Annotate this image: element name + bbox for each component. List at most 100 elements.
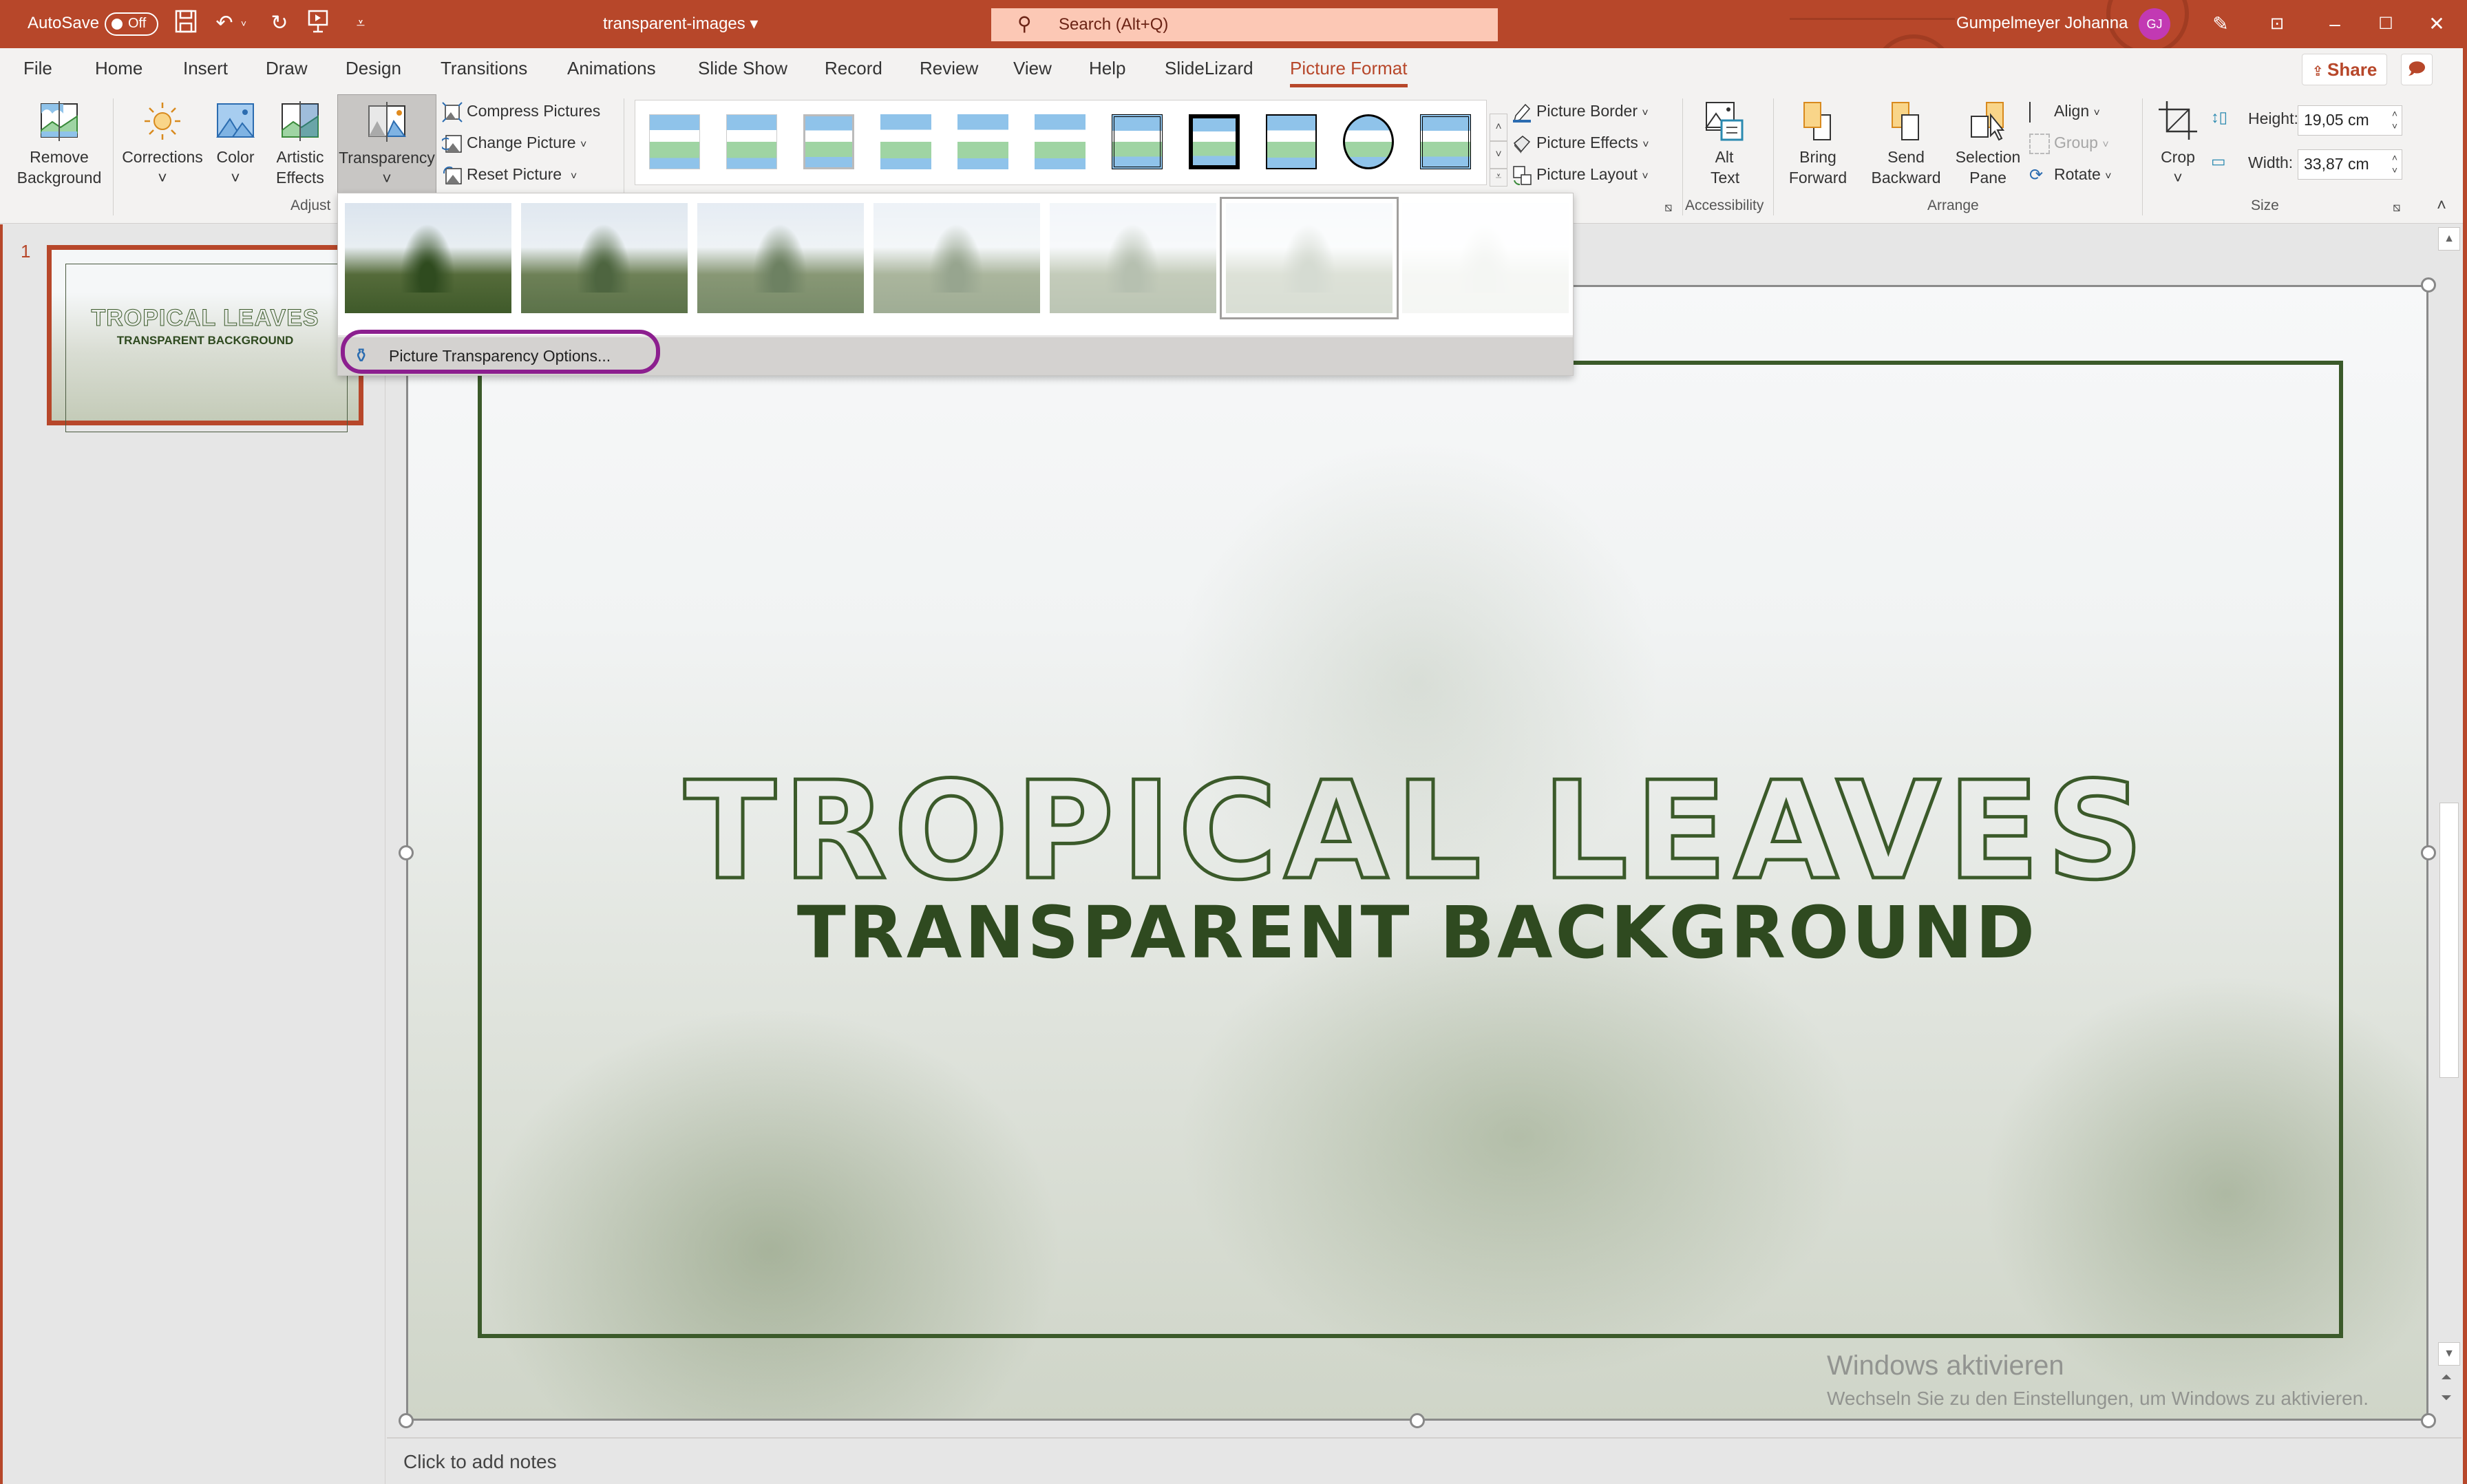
slide[interactable]: TROPICAL LEAVES TRANSPARENT BACKGROUND <box>406 285 2428 1421</box>
picture-style-option[interactable] <box>1343 114 1394 169</box>
undo-dropdown-icon[interactable]: ˅ <box>237 10 251 37</box>
autosave-toggle[interactable]: Off <box>105 12 158 36</box>
reset-picture-label: Reset Picture <box>467 165 562 183</box>
resize-handle-middle-left[interactable] <box>399 845 414 860</box>
present-icon[interactable] <box>304 10 332 37</box>
search-box[interactable]: ⚲ Search (Alt+Q) <box>991 8 1498 41</box>
transparency-preset[interactable] <box>1050 203 1216 313</box>
picture-styles-launcher-icon[interactable]: ⧅ <box>1664 200 1672 215</box>
tab-insert[interactable]: Insert <box>183 58 228 79</box>
redo-icon[interactable]: ↻ <box>266 10 293 37</box>
picture-style-option[interactable] <box>880 114 931 169</box>
align-button[interactable]: Align ˅ <box>2029 97 2100 125</box>
resize-handle-bottom-left[interactable] <box>399 1413 414 1428</box>
color-button[interactable]: Color ˅ <box>211 100 260 188</box>
tab-review[interactable]: Review <box>920 58 978 79</box>
slide-thumbnail-panel: 1 TROPICAL LEAVES TRANSPARENT BACKGROUND <box>0 224 385 1484</box>
selection-pane-button[interactable]: Selection Pane <box>1952 100 2024 188</box>
bring-forward-button[interactable]: Bring Forward <box>1780 100 1856 188</box>
tab-draw[interactable]: Draw <box>266 58 308 79</box>
change-picture-button[interactable]: Change Picture ˅ <box>442 129 586 156</box>
picture-layout-button[interactable]: Picture Layout ˅ <box>1512 160 1649 188</box>
picture-style-option[interactable] <box>726 114 777 169</box>
picture-style-option[interactable] <box>1266 114 1317 169</box>
notes-pane[interactable]: Click to add notes <box>387 1437 2461 1484</box>
minimize-button[interactable]: – <box>2314 7 2355 41</box>
chevron-down-icon: ˅ <box>1642 107 1649 119</box>
slide-subtitle[interactable]: TRANSPARENT BACKGROUND <box>406 891 2428 975</box>
transparency-preset[interactable] <box>345 203 511 313</box>
avatar[interactable]: GJ <box>2139 8 2170 40</box>
resize-handle-middle-right[interactable] <box>2421 845 2436 860</box>
artistic-effects-button[interactable]: Artistic Effects <box>266 100 335 188</box>
slide-thumbnail[interactable]: TROPICAL LEAVES TRANSPARENT BACKGROUND <box>47 245 363 432</box>
document-title[interactable]: transparent-images ▾ <box>603 14 758 34</box>
undo-icon[interactable]: ↶ <box>211 10 238 37</box>
tab-design[interactable]: Design <box>346 58 401 79</box>
scroll-up-button[interactable]: ▲ <box>2438 227 2460 251</box>
tab-home[interactable]: Home <box>95 58 142 79</box>
transparency-preset[interactable] <box>1220 197 1399 319</box>
transparency-preset[interactable] <box>1402 203 1569 313</box>
picture-style-option[interactable] <box>1420 114 1471 169</box>
height-input[interactable]: 19,05 cm ˄ ˅ <box>2298 105 2402 136</box>
pen-icon[interactable]: ✎ <box>2200 7 2241 41</box>
scroll-down-button[interactable]: ▼ <box>2438 1342 2460 1366</box>
close-button[interactable]: ✕ <box>2416 7 2457 41</box>
transparency-preset[interactable] <box>873 203 1040 313</box>
height-spinner[interactable]: ˄ ˅ <box>2392 107 2397 132</box>
compress-pictures-button[interactable]: Compress Pictures <box>442 97 600 125</box>
arrange-group-label: Arrange <box>1927 198 1979 213</box>
gallery-scroll-down[interactable]: ˅ <box>1490 141 1507 169</box>
picture-style-option[interactable] <box>957 114 1008 169</box>
gallery-more-button[interactable]: ⩡ <box>1490 169 1507 187</box>
picture-style-option[interactable] <box>649 114 700 169</box>
picture-style-option[interactable] <box>803 114 854 169</box>
vertical-scrollbar[interactable]: ▲ ▼ ⏶ ⏷ <box>2437 224 2461 1436</box>
reset-picture-button[interactable]: Reset Picture ˅ <box>442 160 577 188</box>
maximize-button[interactable]: ☐ <box>2365 7 2406 41</box>
tab-slide-show[interactable]: Slide Show <box>698 58 787 79</box>
resize-handle-bottom-center[interactable] <box>1410 1413 1425 1428</box>
tab-slidelizard[interactable]: SlideLizard <box>1165 58 1253 79</box>
scrollbar-thumb[interactable] <box>2439 803 2459 1078</box>
previous-slide-icon[interactable]: ⏶ <box>2441 1370 2452 1386</box>
collapse-ribbon-icon[interactable]: ˄ <box>2437 196 2446 215</box>
picture-style-option[interactable] <box>1112 114 1163 169</box>
tab-help[interactable]: Help <box>1089 58 1125 79</box>
ribbon-display-options-icon[interactable]: ⊡ <box>2256 7 2298 41</box>
width-spinner[interactable]: ˄ ˅ <box>2392 151 2397 176</box>
rotate-button[interactable]: ⟳ Rotate ˅ <box>2029 160 2112 188</box>
tab-file[interactable]: File <box>23 58 52 79</box>
alt-text-button[interactable]: Alt Text <box>1700 100 1748 188</box>
transparency-preset[interactable] <box>521 203 688 313</box>
tab-view[interactable]: View <box>1013 58 1052 79</box>
picture-border-button[interactable]: Picture Border ˅ <box>1512 97 1649 125</box>
corrections-button[interactable]: Corrections ˅ <box>120 100 205 188</box>
send-backward-button[interactable]: Send Backward <box>1861 100 1951 188</box>
width-input[interactable]: 33,87 cm ˄ ˅ <box>2298 149 2402 180</box>
resize-handle-bottom-right[interactable] <box>2421 1413 2436 1428</box>
transparency-button[interactable]: Transparency ˅ <box>337 94 436 195</box>
save-icon[interactable] <box>172 10 200 37</box>
size-launcher-icon[interactable]: ⧅ <box>2393 200 2400 215</box>
tab-picture-format[interactable]: Picture Format <box>1290 58 1408 87</box>
gallery-scroll-up[interactable]: ˄ <box>1490 114 1507 141</box>
group-button[interactable]: Group ˅ <box>2029 129 2109 156</box>
picture-style-option[interactable] <box>1035 114 1086 169</box>
resize-handle-top-right[interactable] <box>2421 277 2436 293</box>
picture-style-option[interactable] <box>1189 114 1240 169</box>
next-slide-icon[interactable]: ⏷ <box>2441 1390 2452 1406</box>
user-name[interactable]: Gumpelmeyer Johanna <box>1956 14 2128 33</box>
crop-button[interactable]: Crop ˅ <box>2152 100 2204 188</box>
transparency-preset[interactable] <box>697 203 864 313</box>
tab-animations[interactable]: Animations <box>567 58 656 79</box>
remove-background-button[interactable]: Remove Background <box>10 100 109 188</box>
customize-quick-access-icon[interactable]: ⩡ <box>347 10 374 37</box>
tab-record[interactable]: Record <box>825 58 882 79</box>
picture-effects-button[interactable]: Picture Effects ˅ <box>1512 129 1649 156</box>
slide-title[interactable]: TROPICAL LEAVES <box>406 752 2428 912</box>
tab-transitions[interactable]: Transitions <box>441 58 527 79</box>
comments-button[interactable]: 🗩 <box>2401 54 2433 85</box>
share-button[interactable]: ⇪ Share <box>2302 54 2387 85</box>
